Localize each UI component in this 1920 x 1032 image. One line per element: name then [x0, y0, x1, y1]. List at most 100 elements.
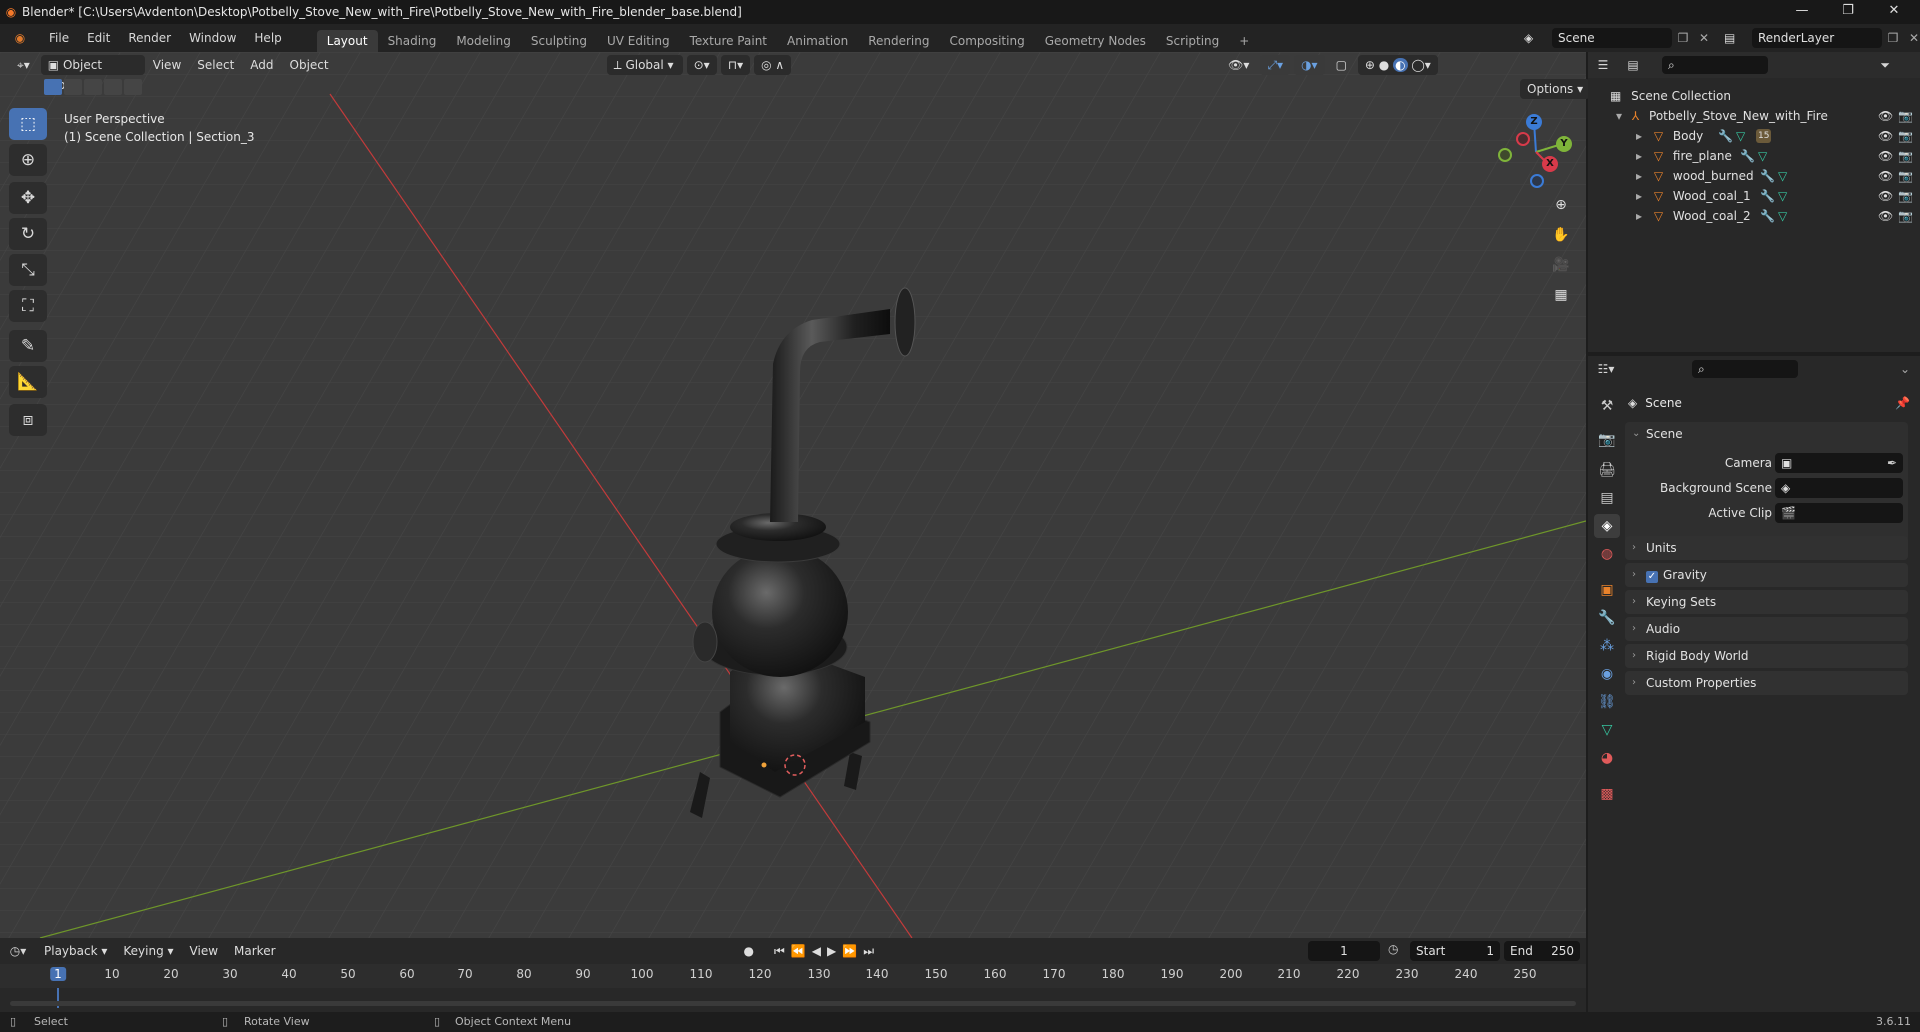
timeline-menu-view[interactable]: View	[182, 938, 226, 964]
play-reverse-icon[interactable]: ◀	[812, 944, 827, 958]
viewport-menu-add[interactable]: Add	[242, 52, 281, 78]
mesh-data-icon[interactable]: ▽	[1736, 126, 1745, 146]
zoom-icon[interactable]: ⊕	[1548, 192, 1574, 218]
start-frame-field[interactable]: Start 1	[1410, 941, 1500, 961]
collapse-arrow-icon[interactable]: ⌄	[1632, 422, 1640, 446]
outliner-item-wood-coal-1[interactable]: ▸ ▽ Wood_coal_1 🔧 ▽ 👁 📷	[1588, 186, 1920, 206]
add-workspace-button[interactable]: +	[1229, 30, 1259, 52]
gizmo-neg-x-icon[interactable]	[1516, 132, 1530, 146]
tab-layout[interactable]: Layout	[316, 30, 378, 52]
properties-options-icon[interactable]: ⌄	[1900, 362, 1910, 376]
viewport-menu-object[interactable]: Object	[282, 52, 337, 78]
expand-arrow-icon[interactable]: ▸	[1636, 209, 1642, 223]
modifier-icon[interactable]: 🔧	[1760, 166, 1775, 186]
expand-arrow-icon[interactable]: ▸	[1636, 189, 1642, 203]
particles-tab-icon[interactable]: ⁂	[1594, 634, 1620, 658]
object-tab-icon[interactable]: ▣	[1594, 578, 1620, 602]
move-tool[interactable]: ✥	[9, 182, 47, 214]
camera-view-icon[interactable]: 🎥	[1548, 252, 1574, 278]
playhead-frame-label[interactable]: 1	[50, 967, 66, 981]
modifier-icon[interactable]: 🔧	[1760, 186, 1775, 206]
outliner-item-wood-burned[interactable]: ▸ ▽ wood_burned 🔧 ▽ 👁 📷	[1588, 166, 1920, 186]
preview-range-icon[interactable]: ◷	[1388, 942, 1398, 956]
end-frame-field[interactable]: End 250	[1504, 941, 1580, 961]
render-camera-icon[interactable]: 📷	[1898, 106, 1913, 126]
menu-edit[interactable]: Edit	[78, 24, 119, 52]
viewport-menu-view[interactable]: View	[145, 52, 189, 78]
xray-toggle-icon[interactable]: ▢	[1329, 55, 1354, 75]
gravity-checkbox[interactable]: ✓	[1646, 571, 1658, 583]
proportional-edit-icon[interactable]: ◎ ∧	[754, 55, 792, 75]
view-layer-tab-icon[interactable]: ▤	[1594, 486, 1620, 510]
mesh-data-icon[interactable]: ▽	[1778, 166, 1787, 186]
timeline-editor-icon[interactable]: ◷▾	[0, 944, 36, 958]
display-mode-icon[interactable]: ▤	[1618, 58, 1648, 72]
eyedropper-icon[interactable]: ✒	[1887, 453, 1897, 473]
modifiers-tab-icon[interactable]: 🔧	[1594, 606, 1620, 630]
background-scene-field[interactable]: ◈	[1775, 478, 1903, 498]
data-tab-icon[interactable]: ▽	[1594, 718, 1620, 742]
properties-editor-icon[interactable]: ☷▾	[1588, 362, 1624, 376]
scene-tab-icon[interactable]: ◈	[1594, 514, 1620, 538]
gizmo-z-icon[interactable]: Z	[1526, 114, 1542, 130]
select-new-icon[interactable]	[44, 79, 62, 95]
visibility-eye-icon[interactable]: 👁	[1878, 126, 1893, 146]
keying-sets-panel[interactable]: › Keying Sets	[1625, 590, 1908, 614]
expand-arrow-icon[interactable]: ▸	[1636, 129, 1642, 143]
maximize-button[interactable]: ❐	[1826, 0, 1870, 24]
editor-type-icon[interactable]: ⌖▾	[10, 55, 37, 75]
outliner-filter-icon[interactable]: ⏷	[1880, 58, 1890, 73]
collection-row[interactable]: ▾ ⅄ Potbelly_Stove_New_with_Fire 👁 📷	[1588, 106, 1920, 126]
play-icon[interactable]: ▶	[827, 944, 842, 958]
gizmo-neg-z-icon[interactable]	[1530, 174, 1544, 188]
tab-animation[interactable]: Animation	[777, 30, 858, 52]
camera-field[interactable]: ▣ ✒	[1775, 453, 1903, 473]
menu-help[interactable]: Help	[245, 24, 290, 52]
tab-rendering[interactable]: Rendering	[858, 30, 939, 52]
close-window-button[interactable]: ✕	[1872, 0, 1916, 24]
modifier-icon[interactable]: 🔧	[1740, 146, 1755, 166]
current-frame-field[interactable]: 1	[1308, 941, 1380, 961]
new-scene-icon[interactable]: ❐	[1672, 31, 1694, 45]
custom-properties-panel[interactable]: › Custom Properties	[1625, 671, 1908, 695]
tool-tab-icon[interactable]: ⚒	[1594, 394, 1620, 418]
annotate-tool[interactable]: ✎	[9, 330, 47, 362]
minimize-button[interactable]: —	[1780, 0, 1824, 24]
delete-view-layer-icon[interactable]: ✕	[1904, 31, 1920, 45]
expand-arrow-icon[interactable]: ▾	[1616, 109, 1622, 123]
view-layer-field[interactable]: RenderLayer	[1752, 28, 1882, 48]
material-tab-icon[interactable]: ◕	[1594, 746, 1620, 770]
gizmo-neg-y-icon[interactable]	[1498, 148, 1512, 162]
menu-render[interactable]: Render	[119, 24, 180, 52]
tab-modeling[interactable]: Modeling	[446, 30, 521, 52]
output-tab-icon[interactable]: 🖨	[1594, 458, 1620, 482]
render-camera-icon[interactable]: 📷	[1898, 146, 1913, 166]
constraints-tab-icon[interactable]: ⛓	[1594, 690, 1620, 714]
viewport-menu-select[interactable]: Select	[189, 52, 242, 78]
mesh-data-icon[interactable]: ▽	[1758, 146, 1767, 166]
new-view-layer-icon[interactable]: ❐	[1882, 31, 1904, 45]
select-box-tool[interactable]: ⬚	[9, 108, 47, 140]
visibility-eye-icon[interactable]: 👁	[1878, 146, 1893, 166]
world-tab-icon[interactable]: ◍	[1594, 542, 1620, 566]
audio-panel[interactable]: › Audio	[1625, 617, 1908, 641]
rigid-body-world-panel[interactable]: › Rigid Body World	[1625, 644, 1908, 668]
visibility-eye-icon[interactable]: 👁	[1878, 166, 1893, 186]
menu-file[interactable]: File	[40, 24, 78, 52]
properties-search-input[interactable]: ⌕	[1692, 360, 1798, 378]
mesh-data-icon[interactable]: ▽	[1778, 186, 1787, 206]
timeline-menu-marker[interactable]: Marker	[226, 938, 283, 964]
select-subtract-icon[interactable]	[84, 79, 102, 95]
modifier-icon[interactable]: 🔧	[1718, 126, 1733, 146]
visibility-eye-icon[interactable]: 👁	[1878, 206, 1893, 226]
expand-arrow-icon[interactable]: ▸	[1636, 149, 1642, 163]
texture-tab-icon[interactable]: ▩	[1594, 782, 1620, 806]
add-cube-tool[interactable]: ⧈	[9, 404, 47, 436]
outliner-item-fire-plane[interactable]: ▸ ▽ fire_plane 🔧 ▽ 👁 📷	[1588, 146, 1920, 166]
tab-sculpting[interactable]: Sculpting	[521, 30, 597, 52]
perspective-toggle-icon[interactable]: ▦	[1548, 282, 1574, 308]
render-camera-icon[interactable]: 📷	[1898, 126, 1913, 146]
mode-dropdown[interactable]: ▣ Object Mode ▾	[40, 55, 145, 92]
tab-compositing[interactable]: Compositing	[939, 30, 1034, 52]
scene-collection-row[interactable]: ▦ Scene Collection	[1588, 86, 1920, 106]
